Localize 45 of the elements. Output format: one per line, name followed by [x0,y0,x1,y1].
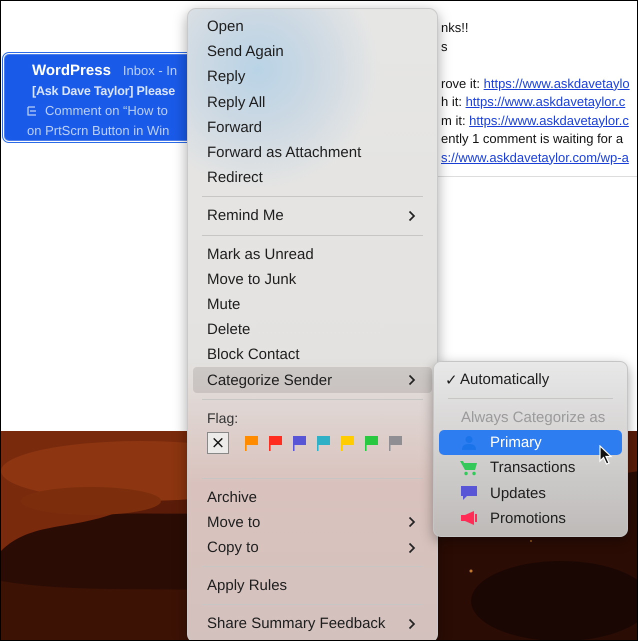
clear-flag-button[interactable]: × [207,432,229,454]
menu-item[interactable]: Open [193,14,432,40]
menu-item[interactable]: Delete [193,317,432,342]
menu-item[interactable]: Categorize Sender [193,367,432,393]
message-text: rove it: [441,76,482,90]
submenu-header: Always Categorize as [460,408,606,428]
message-preview: Comment on “How to [45,102,168,120]
menu-item[interactable]: Apply Rules [193,573,432,598]
menu-item[interactable]: Share Summary Feedback [193,611,432,637]
menu-item[interactable]: Mark as Unread [193,242,432,267]
message-text: h it: [441,94,463,109]
message-text: s [441,38,448,54]
message-text: m it: [441,112,467,128]
message-sender: WordPress [32,61,111,81]
menu-item[interactable]: Redirect [193,165,432,190]
menu-item[interactable]: Primary [439,430,622,456]
menu-item[interactable]: Move to Junk [193,266,432,292]
menu-item[interactable]: ✓ Automatically [439,367,622,392]
flag-icon[interactable] [387,434,403,451]
menu-item[interactable]: Archive [193,484,432,510]
flag-icon[interactable] [315,434,331,451]
flag-icon[interactable] [243,434,259,451]
menu-item[interactable]: Block Contact [193,342,432,368]
message-text: nks!! [441,20,468,35]
menu-item[interactable]: Transactions [439,455,622,481]
message-subject: [Ask Dave Taylor] Please [32,83,175,100]
message-link[interactable]: https://www.askdavetaylo [484,76,630,90]
menu-item[interactable]: Forward as Attachment [193,140,432,166]
cursor-icon [599,445,613,465]
message-link[interactable]: https://www.askdavetaylor.c [466,94,626,109]
message-link[interactable]: s://www.askdavetaylor.com/wp-a [441,150,629,164]
message-text: ently 1 comment is waiting for a [441,131,624,146]
checkmark-icon: ✓ [445,370,460,389]
menu-item[interactable]: Move to [193,510,432,535]
flag-label: Flag: [207,410,240,426]
menu-item[interactable]: Remind Me [193,203,432,228]
menu-item[interactable]: Promotions [439,506,622,531]
message-link[interactable]: https://www.askdavetaylor.c [469,112,629,128]
menu-item[interactable]: Copy to [193,535,432,560]
message-preview: on PrtScrn Button in Win [27,122,170,140]
menu-item[interactable]: Updates [439,480,622,506]
mailbox-label: Inbox - In [122,62,178,80]
flag-icon[interactable] [267,434,283,451]
flag-icon[interactable] [291,434,307,451]
menu-item[interactable]: Mute [193,292,432,318]
